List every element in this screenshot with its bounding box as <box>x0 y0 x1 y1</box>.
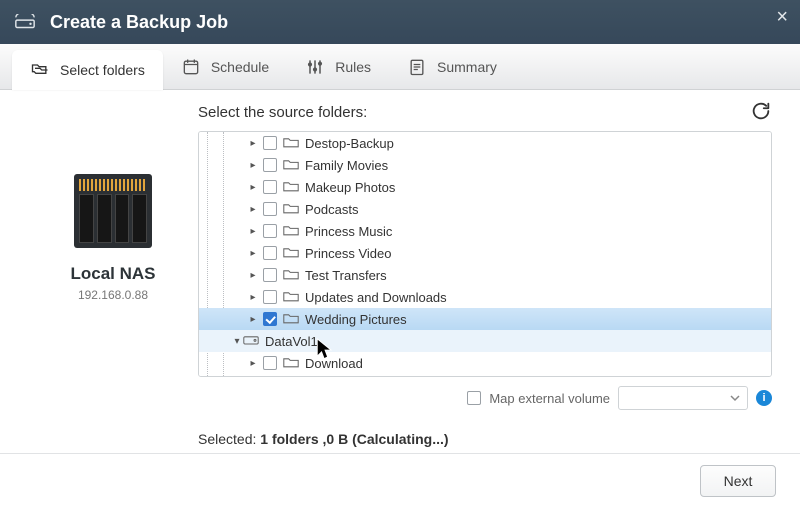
device-panel: Local NAS 192.168.0.88 <box>28 104 198 447</box>
tree-checkbox[interactable] <box>263 246 277 260</box>
step-label: Rules <box>335 59 371 75</box>
tree-item-label: Download <box>305 356 363 371</box>
tree-folder-row[interactable]: ▸ Wedding Pictures <box>199 308 771 330</box>
caret-right-icon[interactable]: ▸ <box>247 270 259 281</box>
step-summary[interactable]: Summary <box>389 44 515 89</box>
caret-right-icon[interactable]: ▸ <box>247 314 259 325</box>
caret-right-icon[interactable]: ▸ <box>247 138 259 149</box>
map-volume-bar: Map external volume i <box>198 383 772 413</box>
caret-right-icon[interactable]: ▸ <box>247 182 259 193</box>
tree-item-label: Family Movies <box>305 158 388 173</box>
folder-tree-scroll[interactable]: ▸ Destop-Backup ▸ Family Movies ▸ Makeup Phot… <box>199 132 771 376</box>
folder-tree: ▸ Destop-Backup ▸ Family Movies ▸ Makeup Phot… <box>198 131 772 377</box>
source-panel: Select the source folders: ▸ Destop-Backu… <box>198 104 772 447</box>
tree-checkbox[interactable] <box>263 312 277 326</box>
window-header: Create a Backup Job × <box>0 0 800 44</box>
wizard-step-bar: Select folders Schedule Rules Summary <box>0 44 800 90</box>
map-volume-label: Map external volume <box>489 391 610 406</box>
tree-item-label: Wedding Pictures <box>305 312 407 327</box>
tree-checkbox[interactable] <box>263 356 277 370</box>
device-ip: 192.168.0.88 <box>28 288 198 302</box>
app-icon <box>14 14 36 30</box>
caret-right-icon[interactable]: ▸ <box>247 160 259 171</box>
folder-icon <box>283 356 305 371</box>
document-icon <box>407 57 427 77</box>
step-schedule[interactable]: Schedule <box>163 44 287 89</box>
tree-item-label: Podcasts <box>305 202 358 217</box>
device-name: Local NAS <box>28 264 198 284</box>
folder-icon <box>283 290 305 305</box>
tree-item-label: Princess Music <box>305 224 392 239</box>
tree-checkbox[interactable] <box>263 224 277 238</box>
tree-item-label: Test Transfers <box>305 268 387 283</box>
tree-item-label: Updates and Downloads <box>305 290 447 305</box>
backup-job-window: Create a Backup Job × Select folders Sch… <box>0 0 800 507</box>
folder-icon <box>283 180 305 195</box>
caret-right-icon[interactable]: ▸ <box>247 358 259 369</box>
sliders-icon <box>305 57 325 77</box>
window-title: Create a Backup Job <box>50 12 228 33</box>
drive-icon <box>243 334 265 349</box>
caret-right-icon[interactable]: ▸ <box>247 226 259 237</box>
folder-icon <box>283 224 305 239</box>
tree-folder-row[interactable]: ▸ Test Transfers <box>199 264 771 286</box>
wizard-body: Local NAS 192.168.0.88 Select the source… <box>0 90 800 447</box>
tree-checkbox[interactable] <box>263 136 277 150</box>
step-label: Schedule <box>211 59 269 75</box>
folder-icon <box>283 246 305 261</box>
caret-down-icon[interactable]: ▾ <box>231 336 243 347</box>
refresh-button[interactable] <box>750 100 772 122</box>
tree-checkbox[interactable] <box>263 268 277 282</box>
step-label: Select folders <box>60 62 145 78</box>
map-volume-checkbox[interactable] <box>467 391 481 405</box>
tree-folder-row[interactable]: ▸ Destop-Backup <box>199 132 771 154</box>
tree-checkbox[interactable] <box>263 158 277 172</box>
folder-icon <box>283 268 305 283</box>
tree-item-label: DataVol1 <box>265 334 318 349</box>
step-select-folders[interactable]: Select folders <box>12 50 163 89</box>
folder-icon <box>283 202 305 217</box>
folder-icon <box>283 136 305 151</box>
overlap-folders-icon <box>30 60 50 80</box>
next-button[interactable]: Next <box>700 465 776 497</box>
tree-item-label: Makeup Photos <box>305 180 395 195</box>
tree-folder-row[interactable]: ▸ Podcasts <box>199 198 771 220</box>
caret-right-icon[interactable]: ▸ <box>247 204 259 215</box>
caret-right-icon[interactable]: ▸ <box>247 248 259 259</box>
refresh-icon <box>750 100 772 122</box>
tree-folder-row[interactable]: ▸ Download <box>199 352 771 374</box>
selection-status: Selected: 1 folders ,0 B (Calculating...… <box>198 431 772 447</box>
folder-icon <box>283 312 305 327</box>
wizard-footer: Next <box>0 453 800 507</box>
tree-folder-row[interactable]: ▸ Makeup Photos <box>199 176 771 198</box>
tree-folder-row[interactable]: ▸ Princess Music <box>199 220 771 242</box>
step-label: Summary <box>437 59 497 75</box>
calendar-icon <box>181 57 201 77</box>
folder-icon <box>283 158 305 173</box>
tree-folder-row[interactable]: ▸ Updates and Downloads <box>199 286 771 308</box>
caret-right-icon[interactable]: ▸ <box>247 292 259 303</box>
tree-folder-row[interactable]: ▸ Family Movies <box>199 154 771 176</box>
tree-checkbox[interactable] <box>263 202 277 216</box>
close-icon[interactable]: × <box>776 6 788 29</box>
tree-folder-row[interactable]: ▸ Princess Video <box>199 242 771 264</box>
step-rules[interactable]: Rules <box>287 44 389 89</box>
nas-device-icon <box>74 174 152 248</box>
chevron-down-icon <box>729 392 741 404</box>
map-volume-select[interactable] <box>618 386 748 410</box>
tree-volume-row[interactable]: ▾ DataVol1 <box>199 330 771 352</box>
tree-checkbox[interactable] <box>263 180 277 194</box>
tree-item-label: Princess Video <box>305 246 391 261</box>
info-icon[interactable]: i <box>756 390 772 406</box>
panel-prompt: Select the source folders: <box>198 104 772 121</box>
tree-item-label: Destop-Backup <box>305 136 394 151</box>
tree-checkbox[interactable] <box>263 290 277 304</box>
